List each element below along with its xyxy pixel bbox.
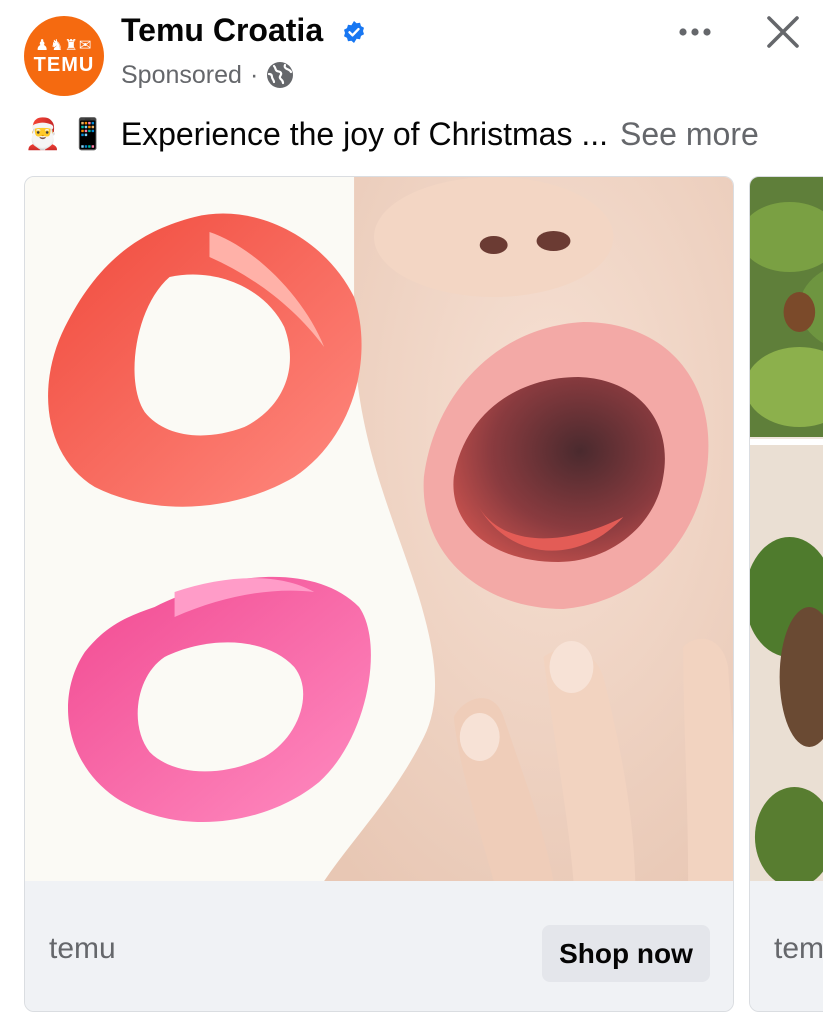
shop-now-button[interactable]: Shop now	[542, 925, 710, 982]
verified-badge-icon	[344, 21, 364, 43]
close-button[interactable]	[758, 8, 808, 56]
card-footer: temu Shop now	[25, 881, 733, 1011]
post-caption: 🎅 📱 Experience the joy of Christmas ... …	[24, 112, 814, 156]
card-domain: temu	[49, 932, 116, 965]
santa-emoji: 🎅	[24, 116, 62, 152]
product-image[interactable]	[750, 177, 823, 881]
carousel-card[interactable]: temu	[749, 176, 823, 1012]
card-domain: temu	[774, 932, 823, 965]
carousel-card[interactable]: temu Shop now	[24, 176, 734, 1012]
post-meta: Sponsored ·	[121, 58, 295, 92]
sponsored-label[interactable]: Sponsored	[121, 61, 242, 90]
page-avatar[interactable]: ♟♞♜✉ TEMU	[24, 16, 104, 96]
avatar-logo-text: TEMU	[33, 54, 95, 76]
ad-carousel[interactable]: temu Shop now temu	[0, 176, 823, 1012]
page-name-link[interactable]: Temu Croatia	[121, 12, 323, 49]
meta-separator: ·	[249, 60, 259, 89]
globe-icon	[267, 62, 294, 88]
avatar-logo-glyphs: ♟♞♜✉	[35, 36, 93, 54]
close-icon	[767, 16, 799, 48]
post-header: ♟♞♜✉ TEMU Temu Croatia Sponsored ·	[0, 0, 823, 110]
more-options-icon	[679, 28, 711, 36]
product-image[interactable]	[25, 177, 733, 881]
caption-text: Experience the joy of Christmas ...	[120, 115, 609, 152]
more-options-button[interactable]	[670, 12, 720, 52]
card-footer: temu	[750, 881, 823, 1011]
phone-emoji: 📱	[69, 116, 107, 152]
see-more-link[interactable]: See more	[620, 116, 759, 153]
